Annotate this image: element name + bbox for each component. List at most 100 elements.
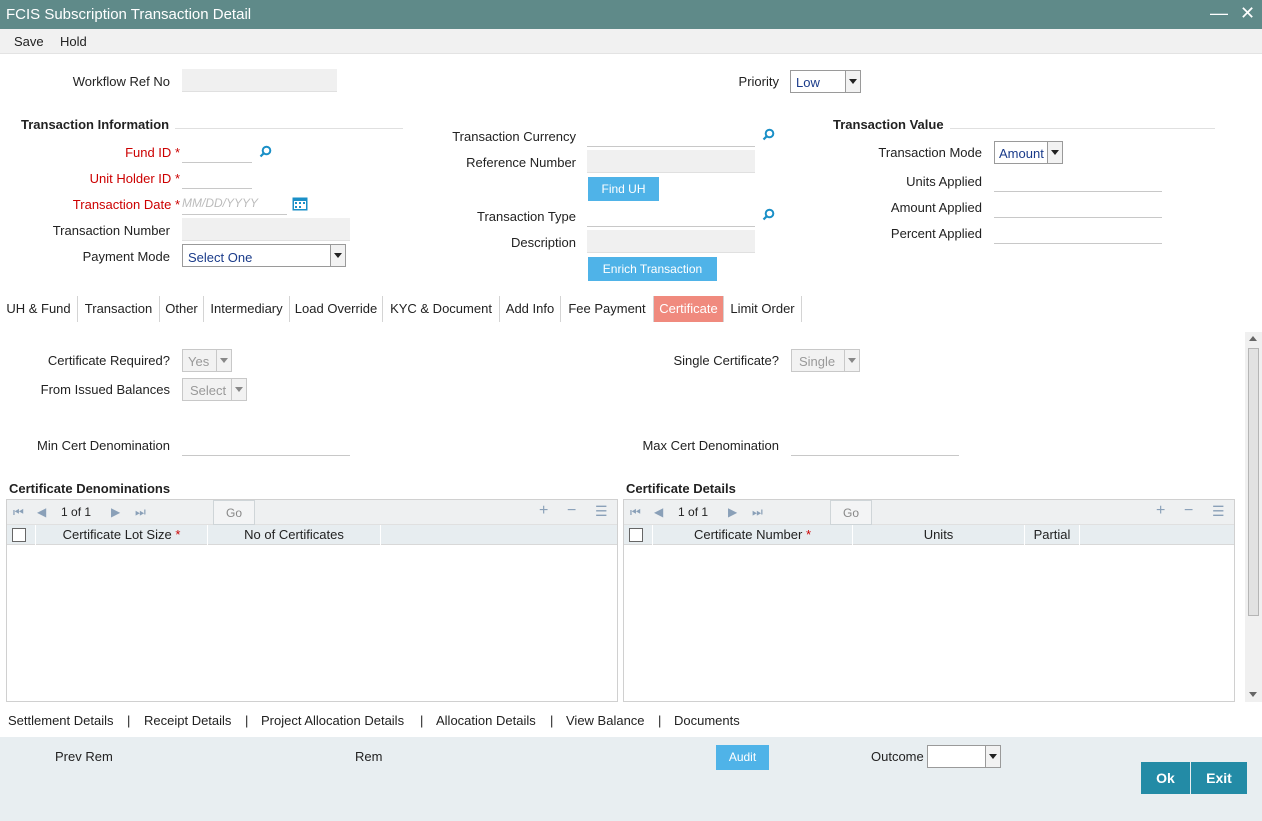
tab-limit-order[interactable]: Limit Order — [724, 296, 802, 322]
enrich-transaction-button[interactable]: Enrich Transaction — [588, 257, 717, 281]
txn-number-field[interactable] — [182, 218, 350, 241]
txn-mode-label: Transaction Mode — [878, 145, 982, 160]
link-separator: | — [127, 713, 131, 728]
settlement-details-link[interactable]: Settlement Details — [8, 713, 114, 728]
add-row-icon[interactable]: + — [1156, 503, 1165, 519]
allocation-details-link[interactable]: Allocation Details — [436, 713, 536, 728]
scroll-up-icon[interactable] — [1249, 336, 1257, 341]
max-cert-label: Max Cert Denomination — [642, 438, 779, 453]
delete-row-icon[interactable]: − — [567, 503, 576, 519]
priority-label: Priority — [738, 74, 779, 89]
documents-link[interactable]: Documents — [674, 713, 740, 728]
first-page-icon[interactable]: ⏮ — [630, 506, 641, 518]
delete-row-icon[interactable]: − — [1184, 503, 1193, 519]
close-icon[interactable]: ✕ — [1240, 3, 1255, 23]
description-field[interactable] — [587, 230, 755, 253]
view-balance-link[interactable]: View Balance — [566, 713, 645, 728]
select-all-checkbox[interactable] — [629, 528, 643, 542]
scroll-thumb[interactable] — [1248, 348, 1259, 616]
currency-input[interactable] — [587, 124, 755, 147]
tab-load-override[interactable]: Load Override — [290, 296, 383, 322]
tab-other[interactable]: Other — [160, 296, 204, 322]
payment-mode-value: Select One — [188, 250, 253, 265]
denominations-grid: ⏮ ◀ 1 of 1 ▶ ⏭ Go + − ☰ Certificate Lot … — [6, 499, 618, 702]
grid-toolbar: ⏮ ◀ 1 of 1 ▶ ⏭ Go + − ☰ — [7, 500, 617, 525]
column-header-units[interactable]: Units — [853, 525, 1025, 545]
footer — [0, 737, 1262, 821]
search-icon[interactable] — [762, 208, 775, 221]
max-cert-input[interactable] — [791, 433, 959, 456]
next-page-icon[interactable]: ▶ — [111, 506, 120, 518]
ref-number-field[interactable] — [587, 150, 755, 173]
search-icon[interactable] — [762, 128, 775, 141]
txn-mode-select[interactable]: Amount — [994, 141, 1063, 164]
audit-button[interactable]: Audit — [716, 745, 769, 770]
priority-select[interactable]: Low — [790, 70, 861, 93]
txn-type-input[interactable] — [587, 204, 755, 227]
exit-button[interactable]: Exit — [1191, 762, 1247, 794]
last-page-icon[interactable]: ⏭ — [135, 506, 146, 518]
fund-id-label: Fund ID * — [125, 145, 180, 160]
search-icon[interactable] — [259, 145, 272, 158]
amount-applied-input[interactable] — [994, 195, 1162, 218]
first-page-icon[interactable]: ⏮ — [13, 506, 24, 518]
issued-balances-select[interactable]: Select — [182, 378, 247, 401]
units-applied-input[interactable] — [994, 169, 1162, 192]
list-view-icon[interactable]: ☰ — [1212, 503, 1225, 519]
tab-intermediary[interactable]: Intermediary — [204, 296, 290, 322]
project-allocation-link[interactable]: Project Allocation Details — [261, 713, 404, 728]
bottom-links: Settlement Details | Receipt Details | P… — [0, 713, 1262, 731]
prev-page-icon[interactable]: ◀ — [37, 506, 46, 518]
tab-certificate[interactable]: Certificate — [654, 296, 724, 322]
single-cert-select[interactable]: Single — [791, 349, 860, 372]
save-menu[interactable]: Save — [14, 34, 44, 49]
receipt-details-link[interactable]: Receipt Details — [144, 713, 231, 728]
scroll-down-icon[interactable] — [1249, 692, 1257, 697]
column-header-cert-number[interactable]: Certificate Number * — [652, 525, 853, 545]
single-cert-value: Single — [799, 354, 836, 369]
calendar-icon[interactable] — [292, 196, 308, 211]
tab-uh-fund[interactable]: UH & Fund — [0, 296, 78, 322]
grid-toolbar: ⏮ ◀ 1 of 1 ▶ ⏭ Go + − ☰ — [624, 500, 1234, 525]
tab-add-info[interactable]: Add Info — [500, 296, 561, 322]
last-page-icon[interactable]: ⏭ — [752, 506, 763, 518]
outcome-select[interactable] — [927, 745, 1001, 768]
hold-menu[interactable]: Hold — [60, 34, 87, 49]
column-header-no-certificates[interactable]: No of Certificates — [208, 525, 381, 545]
min-cert-input[interactable] — [182, 433, 350, 456]
link-separator: | — [420, 713, 424, 728]
page-indicator: 1 of 1 — [61, 505, 92, 519]
prev-page-icon[interactable]: ◀ — [654, 506, 663, 518]
go-button[interactable]: Go — [830, 500, 872, 525]
cert-required-select[interactable]: Yes — [182, 349, 232, 372]
list-view-icon[interactable]: ☰ — [595, 503, 608, 519]
txn-mode-value: Amount — [999, 146, 1044, 161]
chevron-down-icon — [216, 350, 231, 371]
outcome-label: Outcome — [871, 749, 924, 764]
column-header-partial[interactable]: Partial — [1025, 525, 1080, 545]
workflow-ref-label: Workflow Ref No — [72, 74, 170, 89]
workflow-ref-field[interactable] — [182, 69, 337, 92]
details-grid: ⏮ ◀ 1 of 1 ▶ ⏭ Go + − ☰ Certificate Numb… — [623, 499, 1235, 702]
minimize-icon[interactable]: — — [1210, 3, 1228, 23]
find-uh-button[interactable]: Find UH — [588, 177, 659, 201]
add-row-icon[interactable]: + — [539, 503, 548, 519]
payment-mode-select[interactable]: Select One — [182, 244, 346, 267]
tab-fee-payment[interactable]: Fee Payment — [561, 296, 654, 322]
vertical-scrollbar[interactable] — [1245, 332, 1262, 702]
tab-kyc-document[interactable]: KYC & Document — [383, 296, 500, 322]
select-all-checkbox[interactable] — [12, 528, 26, 542]
percent-applied-input[interactable] — [994, 221, 1162, 244]
ok-button[interactable]: Ok — [1141, 762, 1190, 794]
unit-holder-input[interactable] — [182, 166, 252, 189]
column-header-lot-size[interactable]: Certificate Lot Size * — [35, 525, 208, 545]
title-bar: FCIS Subscription Transaction Detail — ✕ — [0, 0, 1262, 29]
txn-date-input[interactable]: MM/DD/YYYY — [182, 192, 287, 215]
denominations-heading: Certificate Denominations — [9, 481, 171, 496]
section-divider — [950, 128, 1215, 129]
go-button[interactable]: Go — [213, 500, 255, 525]
fund-id-input[interactable] — [182, 140, 252, 163]
next-page-icon[interactable]: ▶ — [728, 506, 737, 518]
chevron-down-icon — [845, 71, 860, 92]
tab-transaction[interactable]: Transaction — [78, 296, 160, 322]
